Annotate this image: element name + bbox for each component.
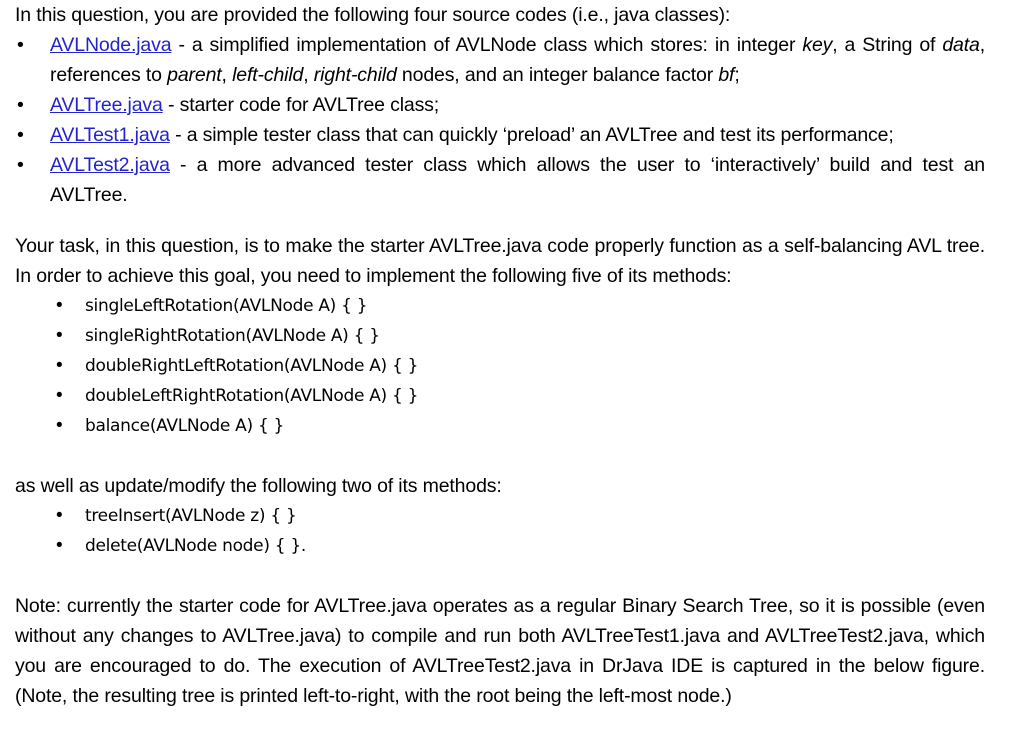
list-item-avltest1: • AVLTest1.java - a simple tester class … — [0, 120, 1024, 150]
avltest2-desc: - a more advanced tester class which all… — [50, 154, 985, 206]
list-item-method: • singleLeftRotation(AVLNode A) { } — [0, 291, 1024, 321]
avlnode-desc-6: ; — [734, 64, 740, 86]
avlnode-italic-right-child: right-child — [313, 64, 397, 86]
bullet-glyph: • — [56, 385, 63, 406]
list-item-method: • doubleRightLeftRotation(AVLNode A) { } — [0, 351, 1024, 381]
bullet-glyph: • — [17, 94, 24, 116]
avlnode-desc-5: nodes, and an integer balance factor — [396, 64, 719, 86]
link-avltest2-java[interactable]: AVLTest2.java — [50, 154, 170, 176]
method-signature: doubleRightLeftRotation(AVLNode A) { } — [85, 356, 419, 376]
bullet-glyph: • — [17, 154, 24, 176]
document-page: In this question, you are provided the f… — [0, 0, 1024, 741]
list-item-avlnode: • AVLNode.java - a simplified implementa… — [0, 30, 1024, 90]
link-avlnode-java[interactable]: AVLNode.java — [50, 34, 172, 56]
list-item-method: • delete(AVLNode node) { }. — [0, 531, 1024, 561]
list-item-method: • singleRightRotation(AVLNode A) { } — [0, 321, 1024, 351]
task-paragraph: Your task, in this question, is to make … — [15, 235, 985, 287]
avlnode-italic-parent: parent — [167, 64, 222, 86]
list-item-avltest2: • AVLTest2.java - a more advanced tester… — [0, 150, 1024, 210]
list-item-method: • balance(AVLNode A) { } — [0, 411, 1024, 441]
bullet-glyph: • — [56, 325, 63, 346]
modify-methods-list: • treeInsert(AVLNode z) { } • delete(AVL… — [0, 501, 1024, 561]
method-signature: singleLeftRotation(AVLNode A) { } — [85, 296, 368, 316]
list-item-method: • treeInsert(AVLNode z) { } — [0, 501, 1024, 531]
method-signature: singleRightRotation(AVLNode A) { } — [85, 326, 380, 346]
list-item-avltree: • AVLTree.java - starter code for AVLTre… — [0, 90, 1024, 120]
avlnode-italic-left-child: left-child — [232, 64, 304, 86]
link-avltest1-java[interactable]: AVLTest1.java — [50, 124, 170, 146]
avlnode-desc-4: , — [303, 64, 314, 86]
avlnode-desc-3: , — [221, 64, 233, 86]
avlnode-desc-1: , a String of — [832, 34, 943, 56]
bullet-glyph: • — [17, 34, 24, 56]
bullet-glyph: • — [17, 124, 24, 146]
method-signature: balance(AVLNode A) { } — [85, 416, 285, 436]
avlnode-italic-data: data — [942, 34, 980, 56]
implement-methods-list: • singleLeftRotation(AVLNode A) { } • si… — [0, 291, 1024, 441]
avlnode-italic-bf: bf — [718, 64, 735, 86]
list-item-method: • doubleLeftRightRotation(AVLNode A) { } — [0, 381, 1024, 411]
source-files-list: • AVLNode.java - a simplified implementa… — [0, 30, 1024, 210]
note-paragraph: Note: currently the starter code for AVL… — [15, 595, 985, 707]
bullet-glyph: • — [56, 415, 63, 436]
method-signature: doubleLeftRightRotation(AVLNode A) { } — [85, 386, 419, 406]
modify-intro-paragraph: as well as update/modify the following t… — [15, 475, 502, 497]
avltest1-desc: - a simple tester class that can quickly… — [169, 124, 894, 146]
bullet-glyph: • — [56, 355, 63, 376]
avlnode-desc-0: - a simplified implementation of AVLNode… — [171, 34, 803, 56]
bullet-glyph: • — [56, 505, 63, 526]
method-signature: delete(AVLNode node) { }. — [85, 536, 307, 556]
bullet-glyph: • — [56, 295, 63, 316]
avlnode-italic-key: key — [802, 34, 833, 56]
avltree-desc: - starter code for AVLTree class; — [162, 94, 440, 116]
method-signature: treeInsert(AVLNode z) { } — [85, 506, 297, 526]
intro-paragraph: In this question, you are provided the f… — [15, 4, 731, 26]
bullet-glyph: • — [56, 535, 63, 556]
link-avltree-java[interactable]: AVLTree.java — [50, 94, 163, 116]
